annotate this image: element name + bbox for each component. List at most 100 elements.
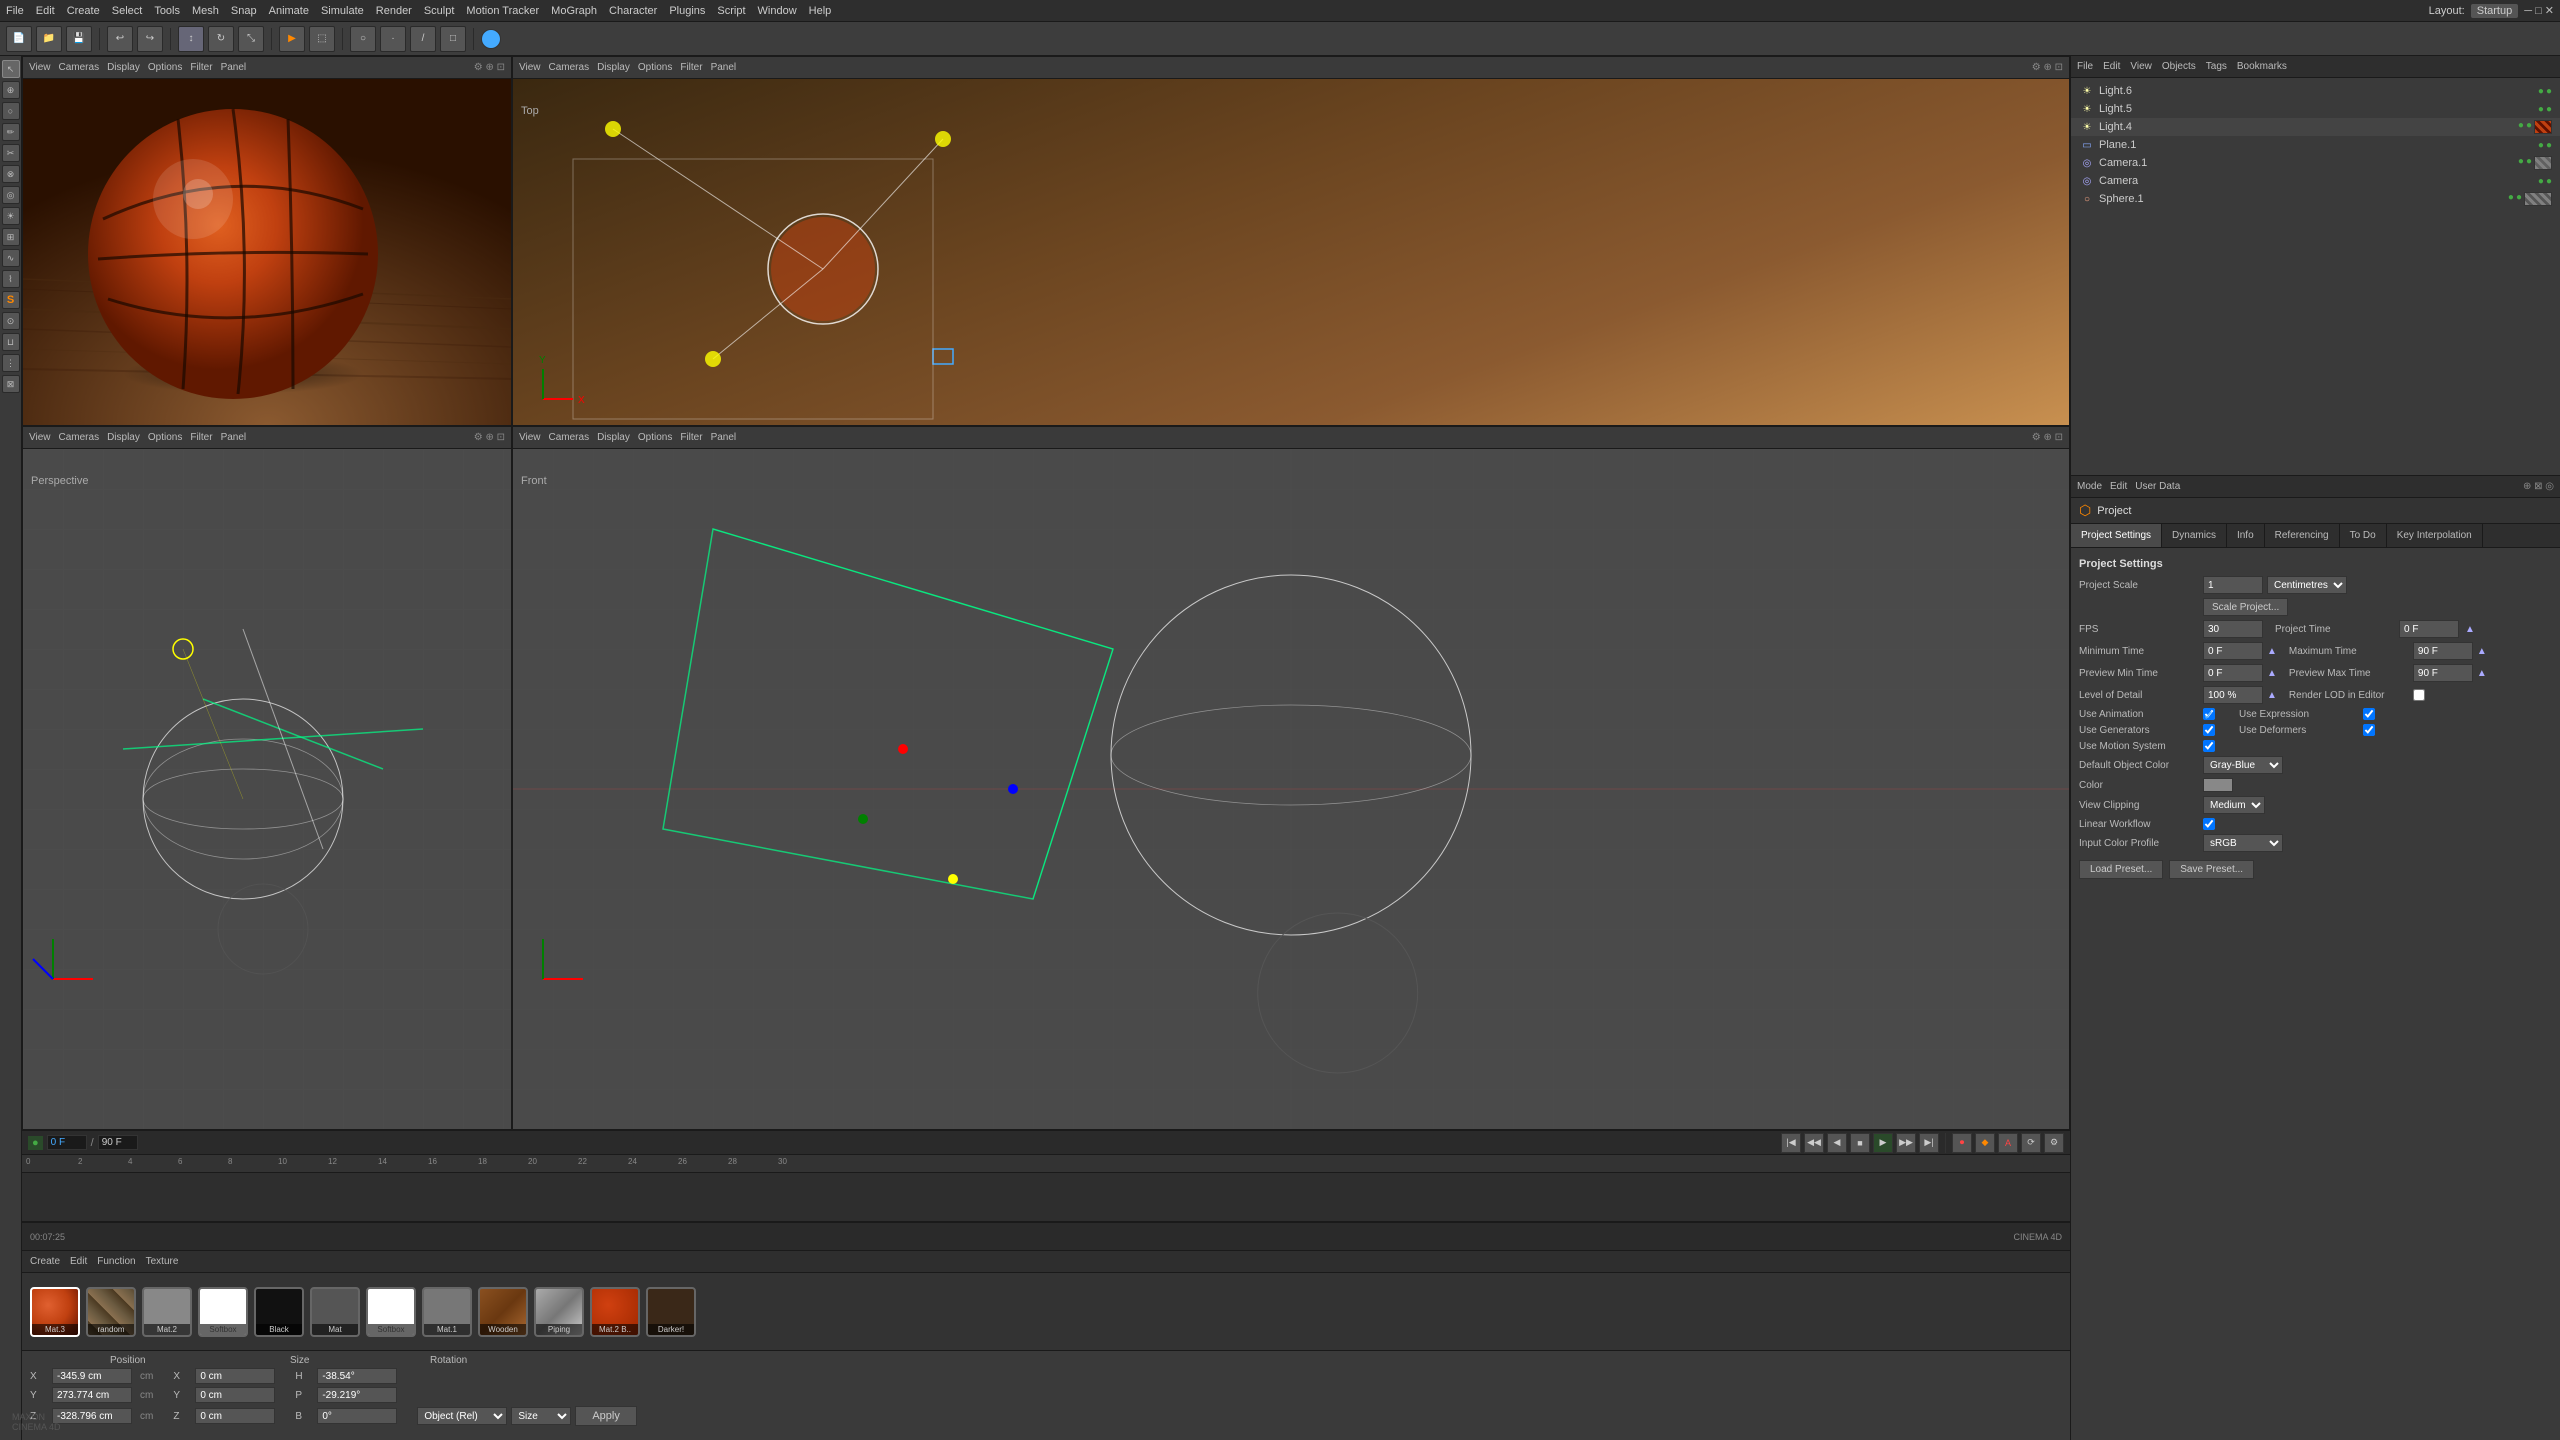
obj-row-sphere1[interactable]: ○ Sphere.1 ● ●: [2071, 190, 2560, 208]
move-tool[interactable]: ↕: [178, 26, 204, 52]
lod-arrow[interactable]: ▲: [2267, 690, 2277, 701]
lod-input[interactable]: [2203, 686, 2263, 704]
viewport-front[interactable]: View Cameras Display Options Filter Pane…: [512, 426, 2070, 1130]
attr-userdata-tab[interactable]: User Data: [2135, 481, 2180, 492]
vp-persp-icons[interactable]: ⚙ ⊕ ⊡: [474, 432, 505, 443]
material-mat2b[interactable]: Mat.2 B..: [590, 1287, 640, 1337]
use-animation-checkbox[interactable]: [2203, 708, 2215, 720]
obj-bookmarks-menu[interactable]: Bookmarks: [2237, 61, 2287, 72]
view-clipping-select[interactable]: Medium Small Large: [2203, 796, 2265, 814]
rot-h-input[interactable]: [317, 1368, 397, 1384]
loop-btn[interactable]: ⟳: [2021, 1133, 2041, 1153]
vp-front-display-menu[interactable]: Display: [597, 432, 630, 443]
light4-render-vis[interactable]: ●: [2526, 120, 2532, 134]
material-black[interactable]: Black: [254, 1287, 304, 1337]
menu-script[interactable]: Script: [717, 5, 745, 17]
obj-row-plane1[interactable]: ▭ Plane.1 ● ●: [2071, 136, 2560, 154]
obj-row-light5[interactable]: ☀ Light.5 ● ●: [2071, 100, 2560, 118]
viewport-render[interactable]: View Cameras Display Options Filter Pane…: [22, 56, 512, 426]
layout-preset[interactable]: Startup: [2471, 4, 2518, 18]
use-motion-checkbox[interactable]: [2203, 740, 2215, 752]
vp-render-icons[interactable]: ⚙ ⊕ ⊡: [474, 62, 505, 73]
use-expression-checkbox[interactable]: [2363, 708, 2375, 720]
menu-help[interactable]: Help: [809, 5, 832, 17]
light4-tag[interactable]: [2534, 120, 2552, 134]
goto-end-btn[interactable]: ▶|: [1919, 1133, 1939, 1153]
autokey-btn[interactable]: A: [1998, 1133, 2018, 1153]
menu-plugins[interactable]: Plugins: [669, 5, 705, 17]
vp-front-cameras-menu[interactable]: Cameras: [549, 432, 590, 443]
light4-editor-vis[interactable]: ●: [2518, 120, 2524, 134]
vp-panel-menu[interactable]: Panel: [221, 62, 247, 73]
obj-row-light4[interactable]: ☀ Light.4 ● ●: [2071, 118, 2560, 136]
rotate-tool[interactable]: ↻: [208, 26, 234, 52]
menu-render[interactable]: Render: [376, 5, 412, 17]
viewport-perspective[interactable]: View Cameras Display Options Filter Pane…: [22, 426, 512, 1130]
viewport-perspective-canvas[interactable]: Perspective: [23, 449, 511, 1129]
edge-mode[interactable]: /: [410, 26, 436, 52]
material-piping[interactable]: Piping: [534, 1287, 584, 1337]
vp-top-display-menu[interactable]: Display: [597, 62, 630, 73]
vp-options-menu[interactable]: Options: [148, 62, 182, 73]
light6-editor-vis[interactable]: ●: [2538, 86, 2544, 97]
s-tool[interactable]: S: [2, 291, 20, 309]
tab-key-interpolation[interactable]: Key Interpolation: [2387, 524, 2483, 547]
menu-select[interactable]: Select: [112, 5, 143, 17]
snap-icon[interactable]: [481, 29, 501, 49]
vp-persp-options-menu[interactable]: Options: [148, 432, 182, 443]
paint-tool[interactable]: ⊙: [2, 312, 20, 330]
rot-b-input[interactable]: [317, 1408, 397, 1424]
vp-front-options-menu[interactable]: Options: [638, 432, 672, 443]
camera-render-vis[interactable]: ●: [2546, 176, 2552, 187]
min-time-arrow[interactable]: ▲: [2267, 646, 2277, 657]
camera1-render-vis[interactable]: ●: [2526, 156, 2532, 170]
extra-tool[interactable]: ⋮: [2, 354, 20, 372]
vp-persp-panel-menu[interactable]: Panel: [221, 432, 247, 443]
attr-edit-tab[interactable]: Edit: [2110, 481, 2127, 492]
max-time-input[interactable]: [2413, 642, 2473, 660]
sphere1-render-vis[interactable]: ●: [2516, 192, 2522, 206]
project-scale-unit-select[interactable]: Centimetres Metres Inches Feet: [2267, 576, 2347, 594]
color-swatch[interactable]: [2203, 778, 2233, 792]
timeline-ruler[interactable]: 0 2 4 6 8 10 12 14 16 18 20 22 24 26: [22, 1155, 2070, 1173]
record-btn[interactable]: ⏺: [1952, 1133, 1972, 1153]
coord-y-input[interactable]: [52, 1387, 132, 1403]
menu-create[interactable]: Create: [67, 5, 100, 17]
viewport-top-canvas[interactable]: Top: [513, 79, 2069, 425]
obj-row-camera[interactable]: ◎ Camera ● ●: [2071, 172, 2560, 190]
scale-project-button[interactable]: Scale Project...: [2203, 598, 2288, 616]
save-button[interactable]: 💾: [66, 26, 92, 52]
mat-edit-menu[interactable]: Edit: [70, 1256, 87, 1267]
camera1-editor-vis[interactable]: ●: [2518, 156, 2524, 170]
obj-row-camera1[interactable]: ◎ Camera.1 ● ●: [2071, 154, 2560, 172]
measure-tool[interactable]: ⊞: [2, 228, 20, 246]
menu-tools[interactable]: Tools: [154, 5, 180, 17]
preview-min-arrow[interactable]: ▲: [2267, 668, 2277, 679]
obj-objects-menu[interactable]: Objects: [2162, 61, 2196, 72]
timeline-tracks[interactable]: [22, 1173, 2070, 1222]
select-tool[interactable]: ↖: [2, 60, 20, 78]
mat-texture-menu[interactable]: Texture: [146, 1256, 179, 1267]
material-mat3[interactable]: Mat.3: [30, 1287, 80, 1337]
camera1-tag[interactable]: [2534, 156, 2552, 170]
render-btn[interactable]: ▶: [279, 26, 305, 52]
viewport-front-canvas[interactable]: Front: [513, 449, 2069, 1129]
vp-front-view-menu[interactable]: View: [519, 432, 541, 443]
material-mat1[interactable]: Mat.1: [422, 1287, 472, 1337]
linear-workflow-checkbox[interactable]: [2203, 818, 2215, 830]
tab-todo[interactable]: To Do: [2340, 524, 2387, 547]
obj-view-menu[interactable]: View: [2130, 61, 2152, 72]
render-region-btn[interactable]: ⬚: [309, 26, 335, 52]
vp-front-filter-menu[interactable]: Filter: [680, 432, 702, 443]
render-lod-checkbox[interactable]: [2413, 689, 2425, 701]
deform-tool[interactable]: ⌇: [2, 270, 20, 288]
menu-window[interactable]: Window: [758, 5, 797, 17]
vp-top-icons[interactable]: ⚙ ⊕ ⊡: [2032, 62, 2063, 73]
min-time-input[interactable]: [2203, 642, 2263, 660]
plane1-editor-vis[interactable]: ●: [2538, 140, 2544, 151]
step-fwd-btn[interactable]: ▶▶: [1896, 1133, 1916, 1153]
menu-animate[interactable]: Animate: [269, 5, 309, 17]
vp-top-cameras-menu[interactable]: Cameras: [549, 62, 590, 73]
light6-render-vis[interactable]: ●: [2546, 86, 2552, 97]
save-preset-button[interactable]: Save Preset...: [2169, 860, 2254, 879]
